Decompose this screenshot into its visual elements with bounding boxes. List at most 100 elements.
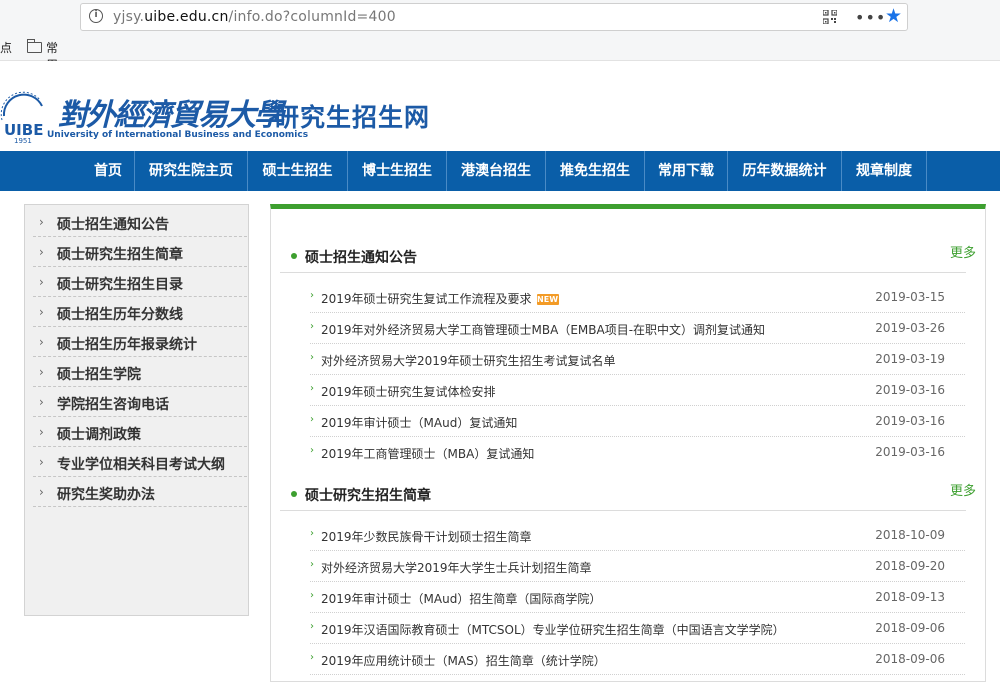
list-item-title[interactable]: 2019年汉语国际教育硕士（MTCSOL）专业学位研究生招生简章（中国语言文学学…	[321, 621, 785, 638]
list-item[interactable]: › 对外经济贸易大学2019年大学生士兵计划招生简章 2018-09-20	[310, 551, 965, 582]
arrow-right-icon: ›	[310, 352, 314, 363]
list-item-date: 2019-03-16	[875, 445, 945, 459]
list-item-title[interactable]: 对外经济贸易大学2019年大学生士兵计划招生简章	[321, 559, 592, 576]
more-options-icon[interactable]: •••	[855, 8, 886, 27]
nav-doctoral[interactable]: 博士生招生	[348, 151, 446, 191]
sidebar-item-scholarships[interactable]: › 研究生奖助办法	[33, 477, 247, 507]
sidebar-item-label: 硕士研究生招生简章	[57, 247, 183, 263]
site-title: 研究生招生网	[274, 103, 431, 132]
bullet-dot-icon	[291, 253, 297, 259]
nav-statistics[interactable]: 历年数据统计	[728, 151, 841, 191]
main-nav: 首页 研究生院主页 硕士生招生 博士生招生 港澳台招生 推免生招生 常用下载 历…	[0, 151, 1000, 191]
nav-graduate-school[interactable]: 研究生院主页	[135, 151, 247, 191]
sidebar-item-exam-syllabus[interactable]: › 专业学位相关科目考试大纲	[33, 447, 247, 477]
sidebar-item-schools[interactable]: › 硕士招生学院	[33, 357, 247, 387]
list-item-date: 2019-03-16	[875, 383, 945, 397]
sidebar-item-label: 专业学位相关科目考试大纲	[57, 457, 225, 473]
list-item-title[interactable]: 对外经济贸易大学2019年硕士研究生招生考试复试名单	[321, 352, 616, 369]
arrow-right-icon: ›	[310, 383, 314, 394]
list-item[interactable]: › 2019年汉语国际教育硕士（MTCSOL）专业学位研究生招生简章（中国语言文学…	[310, 613, 965, 644]
browser-chrome: i yjsy.uibe.edu.cn/info.do?columnId=400 …	[0, 0, 1000, 106]
arrow-right-icon: ›	[310, 321, 314, 332]
more-link-notices[interactable]: 更多	[950, 242, 976, 261]
nav-recommended[interactable]: 推免生招生	[546, 151, 644, 191]
arrow-right-icon: ›	[310, 528, 314, 539]
sidebar-item-label: 研究生奖助办法	[57, 487, 155, 503]
sidebar-item-admission-stats[interactable]: › 硕士招生历年报录统计	[33, 327, 247, 357]
sidebar-item-adjustment-policy[interactable]: › 硕士调剂政策	[33, 417, 247, 447]
list-item-title[interactable]: 2019年少数民族骨干计划硕士招生简章	[321, 528, 532, 545]
list-item-title[interactable]: 2019年应用统计硕士（MAS）招生简章（统计学院）	[321, 652, 606, 669]
nav-downloads[interactable]: 常用下载	[645, 151, 727, 191]
chevron-right-icon: ›	[39, 215, 44, 229]
chevron-right-icon: ›	[39, 485, 44, 499]
bookmark-item-truncated[interactable]: 点	[0, 39, 12, 56]
list-item-date: 2019-03-15	[875, 290, 945, 304]
address-bar[interactable]: i yjsy.uibe.edu.cn/info.do?columnId=400 …	[80, 3, 908, 31]
sidebar-item-score-lines[interactable]: › 硕士招生历年分数线	[33, 297, 247, 327]
chevron-right-icon: ›	[39, 455, 44, 469]
list-item[interactable]: › 2019年审计硕士（MAud）招生简章（国际商学院） 2018-09-13	[310, 582, 965, 613]
chevron-right-icon: ›	[39, 365, 44, 379]
nav-hk-macau-taiwan[interactable]: 港澳台招生	[447, 151, 545, 191]
list-item[interactable]: › 2019年硕士研究生复试工作流程及要求 NEW 2019-03-15	[310, 282, 965, 313]
list-item-date: 2018-09-06	[875, 652, 945, 666]
list-item[interactable]: › 2019年工商管理硕士（MBA）复试通知 2019-03-16	[310, 437, 965, 468]
sidebar-item-label: 硕士招生历年分数线	[57, 307, 183, 323]
list-item-title[interactable]: 2019年对外经济贸易大学工商管理硕士MBA（EMBA项目-在职中文）调剂复试通…	[321, 321, 765, 338]
arrow-right-icon: ›	[310, 290, 314, 301]
sidebar-item-label: 硕士研究生招生目录	[57, 277, 183, 293]
list-item[interactable]: › 2019年应用统计硕士（MAS）招生简章（统计学院） 2018-09-06	[310, 644, 965, 675]
section-title-brochures: 硕士研究生招生简章	[305, 488, 431, 504]
more-link-brochures[interactable]: 更多	[950, 480, 976, 499]
list-item-title[interactable]: 2019年硕士研究生复试体检安排	[321, 383, 496, 400]
sidebar-item-contact-phones[interactable]: › 学院招生咨询电话	[33, 387, 247, 417]
list-item-title[interactable]: 2019年审计硕士（MAud）招生简章（国际商学院）	[321, 590, 601, 607]
sidebar-item-label: 硕士招生学院	[57, 367, 141, 383]
arrow-right-icon: ›	[310, 445, 314, 456]
arrow-right-icon: ›	[310, 559, 314, 570]
nav-master[interactable]: 硕士生招生	[248, 151, 347, 191]
list-item[interactable]: › 2019年硕士研究生复试体检安排 2019-03-16	[310, 375, 965, 406]
list-item[interactable]: › 2019年少数民族骨干计划硕士招生简章 2018-10-09	[310, 520, 965, 551]
list-item[interactable]: › 对外经济贸易大学2019年硕士研究生招生考试复试名单 2019-03-19	[310, 344, 965, 375]
bookmark-star-icon[interactable]: ★	[885, 5, 902, 27]
sidebar-item-label: 硕士招生通知公告	[57, 217, 169, 233]
sidebar: › 硕士招生通知公告 › 硕士研究生招生简章 › 硕士研究生招生目录 › 硕士招生历年分…	[24, 204, 249, 616]
sidebar-item-brochure[interactable]: › 硕士研究生招生简章	[33, 237, 247, 267]
list-item-text: 2019年硕士研究生复试工作流程及要求	[321, 292, 532, 306]
section-divider	[280, 272, 966, 273]
sidebar-item-label: 学院招生咨询电话	[57, 397, 169, 413]
arrow-right-icon: ›	[310, 414, 314, 425]
list-item[interactable]: › 2019年审计硕士（MAud）复试通知 2019-03-16	[310, 406, 965, 437]
nav-regulations[interactable]: 规章制度	[842, 151, 926, 191]
university-seal-icon[interactable]: UIBE 1951	[0, 86, 46, 144]
new-badge: NEW	[536, 294, 559, 305]
bullet-dot-icon	[291, 491, 297, 497]
list-item-title[interactable]: 2019年审计硕士（MAud）复试通知	[321, 414, 517, 431]
list-item-date: 2018-09-20	[875, 559, 945, 573]
list-item-date: 2019-03-16	[875, 414, 945, 428]
chevron-right-icon: ›	[39, 335, 44, 349]
sidebar-item-catalog[interactable]: › 硕士研究生招生目录	[33, 267, 247, 297]
list-item[interactable]: › 2019年对外经济贸易大学工商管理硕士MBA（EMBA项目-在职中文）调剂复试…	[310, 313, 965, 344]
sidebar-item-notices[interactable]: › 硕士招生通知公告	[33, 207, 247, 237]
url-text[interactable]: yjsy.uibe.edu.cn/info.do?columnId=400	[113, 9, 396, 25]
list-item-date: 2018-09-06	[875, 621, 945, 635]
university-name-cn[interactable]: 對外經濟貿易大學	[58, 90, 284, 134]
arrow-right-icon: ›	[310, 590, 314, 601]
nav-home[interactable]: 首页	[82, 151, 134, 191]
chevron-right-icon: ›	[39, 395, 44, 409]
nav-separator	[926, 151, 927, 191]
url-prefix: yjsy.	[113, 9, 145, 25]
list-item-title[interactable]: 2019年硕士研究生复试工作流程及要求 NEW	[321, 290, 559, 307]
sidebar-item-label: 硕士招生历年报录统计	[57, 337, 197, 353]
folder-icon	[27, 39, 42, 53]
logo-year: 1951	[14, 137, 32, 144]
info-icon[interactable]: i	[89, 9, 103, 23]
qr-code-icon[interactable]	[823, 10, 837, 24]
list-item-title[interactable]: 2019年工商管理硕士（MBA）复试通知	[321, 445, 534, 462]
list-item-date: 2018-09-13	[875, 590, 945, 604]
chevron-right-icon: ›	[39, 305, 44, 319]
chevron-right-icon: ›	[39, 275, 44, 289]
